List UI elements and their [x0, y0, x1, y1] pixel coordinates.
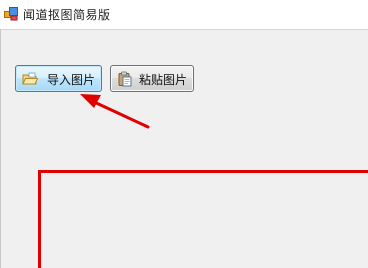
window-title: 闻道抠图简易版: [23, 8, 111, 22]
paste-image-button[interactable]: 粘贴图片: [110, 65, 194, 92]
paste-image-label: 粘贴图片: [139, 73, 188, 87]
open-folder-icon: [22, 72, 38, 85]
paste-icon: [118, 71, 132, 87]
window-border: [0, 29, 1, 268]
import-image-button[interactable]: 导入图片: [15, 65, 102, 92]
title-bar: 闻道抠图简易版: [0, 0, 368, 29]
app-icon: [4, 7, 18, 21]
selection-rectangle: [38, 170, 368, 268]
import-image-label: 导入图片: [47, 73, 96, 87]
